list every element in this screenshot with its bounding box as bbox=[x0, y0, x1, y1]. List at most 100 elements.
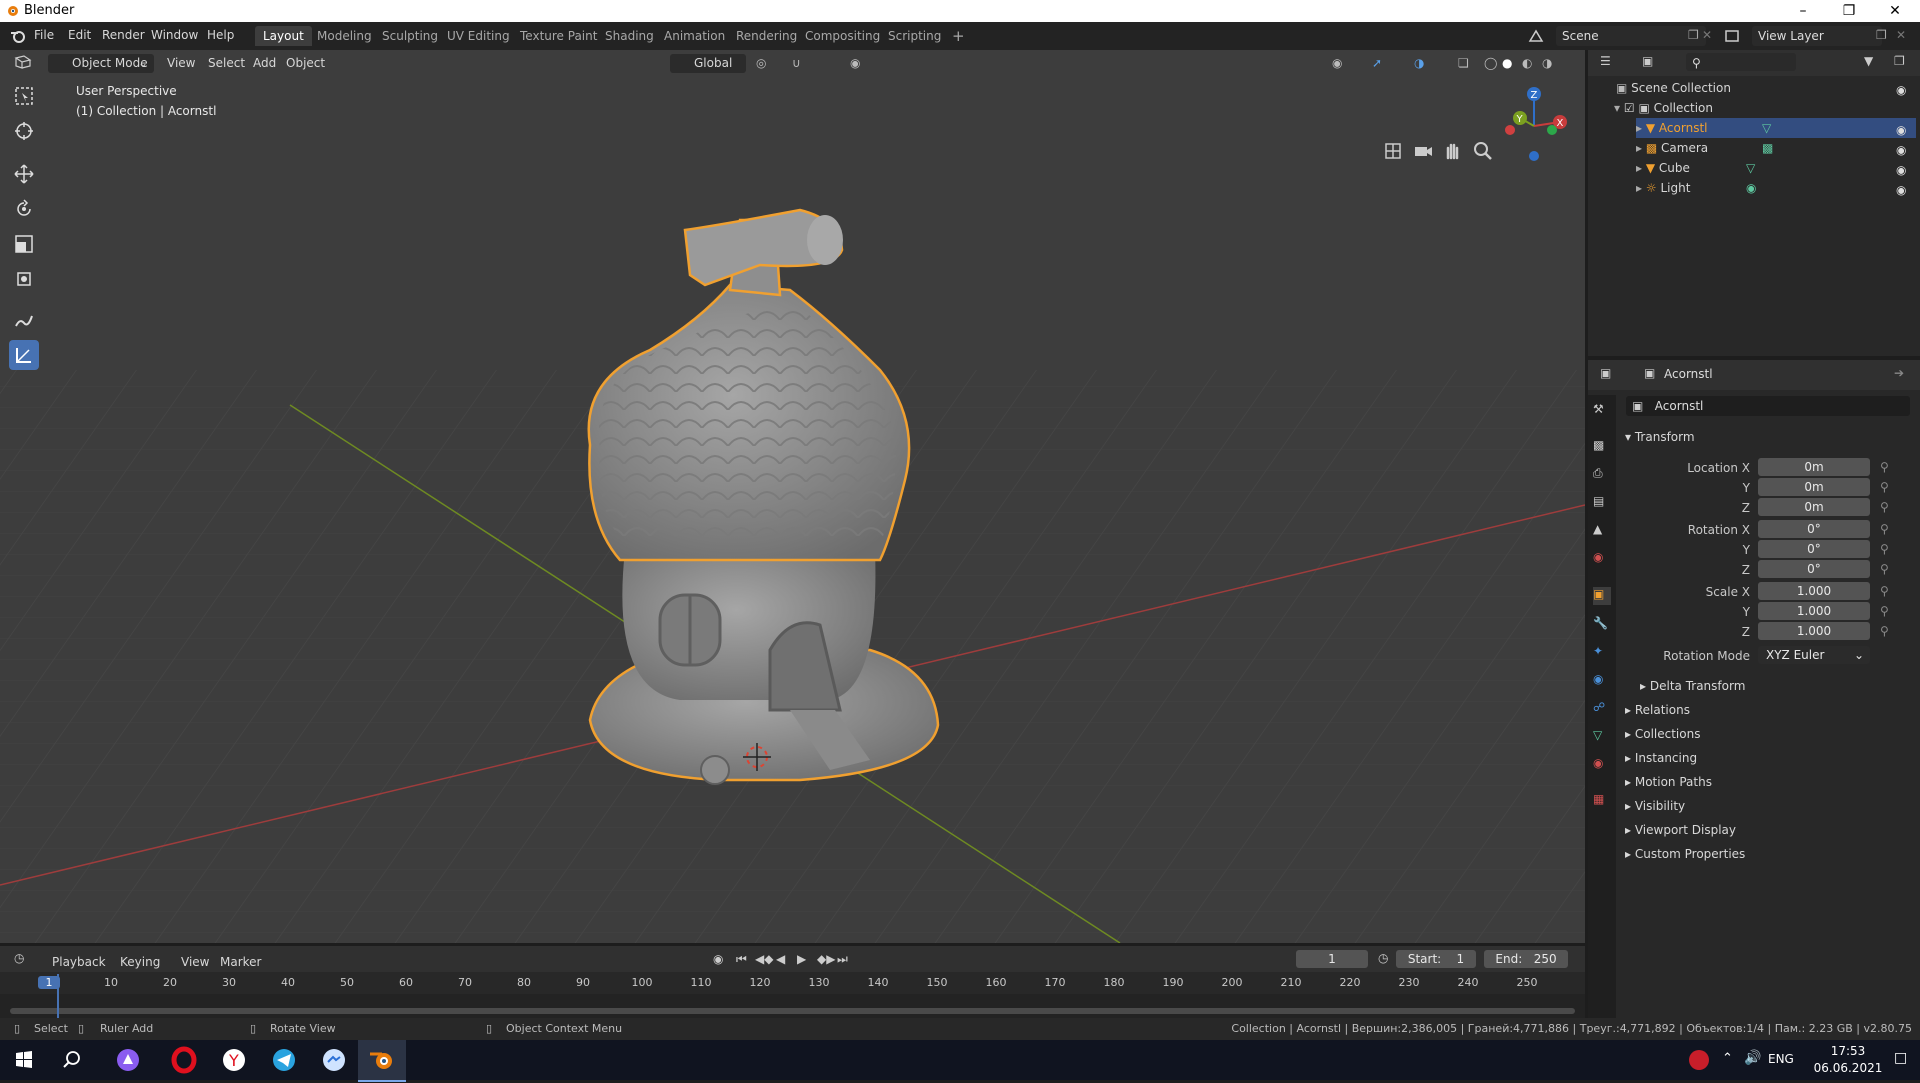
rotation-y-field[interactable]: 0° bbox=[1758, 540, 1870, 558]
lock-icon[interactable]: ⚲ bbox=[1880, 584, 1889, 598]
editor-type-icon[interactable] bbox=[14, 54, 38, 70]
telegram-icon[interactable] bbox=[260, 1044, 308, 1076]
new-collection-icon[interactable]: ❐ bbox=[1894, 54, 1905, 68]
expand-arrow-icon[interactable]: ▸ bbox=[1636, 141, 1642, 155]
pivot-point-icon[interactable]: ◎ bbox=[756, 54, 766, 73]
viewport-canvas[interactable] bbox=[0, 50, 1585, 943]
notifications-icon[interactable]: □ bbox=[1894, 1050, 1907, 1066]
tab-shading[interactable]: Shading bbox=[597, 26, 662, 46]
blender-taskbar-button[interactable] bbox=[358, 1040, 406, 1082]
3d-viewport[interactable]: User Perspective (1) Collection | Acorns… bbox=[0, 50, 1585, 943]
collections-panel-header[interactable]: ▸ Collections bbox=[1625, 727, 1700, 741]
location-y-field[interactable]: 0m bbox=[1758, 478, 1870, 496]
tab-uv-editing[interactable]: UV Editing bbox=[439, 26, 518, 46]
view-layer-tab-icon[interactable]: ▤ bbox=[1593, 494, 1611, 512]
lock-icon[interactable]: ⚲ bbox=[1880, 562, 1889, 576]
language-indicator[interactable]: ENG bbox=[1768, 1052, 1794, 1066]
transform-tool[interactable] bbox=[9, 264, 39, 294]
scene-tab-icon[interactable]: ▲ bbox=[1593, 522, 1611, 540]
minimize-button[interactable]: – bbox=[1780, 0, 1826, 22]
texture-tab-icon[interactable]: ▦ bbox=[1593, 792, 1611, 810]
custom-properties-panel-header[interactable]: ▸ Custom Properties bbox=[1625, 847, 1745, 861]
scale-tool[interactable] bbox=[9, 229, 39, 259]
outliner-item-cube[interactable]: ▸ ▼ Cube ▽ bbox=[1636, 158, 1755, 178]
annotate-tool[interactable] bbox=[9, 305, 39, 335]
start-frame-field[interactable]: Start: 1 bbox=[1396, 950, 1476, 968]
solid-shading-icon[interactable]: ● bbox=[1502, 54, 1512, 73]
viewport-menu-add[interactable]: Add bbox=[253, 54, 276, 73]
play-icon[interactable]: ▶ bbox=[797, 952, 806, 966]
constraints-tab-icon[interactable]: ☍ bbox=[1593, 700, 1611, 718]
xray-toggle-icon[interactable]: ❏ bbox=[1458, 54, 1469, 73]
location-x-field[interactable]: 0m bbox=[1758, 458, 1870, 476]
maximize-button[interactable]: ❐ bbox=[1826, 0, 1872, 22]
timeline-menu-view[interactable]: View bbox=[181, 953, 209, 972]
outliner-item-light[interactable]: ▸ ☼ Light ◉ bbox=[1636, 178, 1756, 198]
new-scene-icon[interactable]: ❐ bbox=[1688, 28, 1699, 42]
tab-texture-paint[interactable]: Texture Paint bbox=[512, 26, 605, 46]
menu-render[interactable]: Render bbox=[102, 28, 145, 42]
lock-icon[interactable]: ⚲ bbox=[1880, 522, 1889, 536]
transform-panel-header[interactable]: ▾ Transform bbox=[1625, 430, 1695, 444]
expand-arrow-icon[interactable]: ▸ bbox=[1636, 181, 1642, 195]
scale-z-field[interactable]: 1.000 bbox=[1758, 622, 1870, 640]
clock-date[interactable]: 06.06.2021 bbox=[1808, 1061, 1888, 1075]
viewport-menu-select[interactable]: Select bbox=[208, 54, 245, 73]
camera-data-icon[interactable]: ▩ bbox=[1762, 138, 1773, 158]
expand-arrow-icon[interactable]: ▸ bbox=[1636, 121, 1642, 135]
timeline-track[interactable] bbox=[0, 994, 1585, 1018]
opera-browser-icon[interactable] bbox=[160, 1044, 208, 1076]
world-tab-icon[interactable]: ◉ bbox=[1593, 550, 1611, 568]
visibility-eye-icon[interactable]: ◉ bbox=[1896, 83, 1910, 97]
timeline-menu-playback[interactable]: Playback bbox=[52, 953, 106, 972]
render-tab-icon[interactable]: ▩ bbox=[1593, 438, 1611, 456]
timeline-scrollbar[interactable] bbox=[10, 1008, 1575, 1014]
cursor-tool[interactable] bbox=[9, 116, 39, 146]
tool-tab-icon[interactable]: ⚒ bbox=[1593, 402, 1611, 420]
rotation-z-field[interactable]: 0° bbox=[1758, 560, 1870, 578]
pin-icon[interactable]: ➔ bbox=[1894, 366, 1904, 380]
rendered-shading-icon[interactable]: ◑ bbox=[1542, 54, 1552, 73]
lock-icon[interactable]: ⚲ bbox=[1880, 542, 1889, 556]
previous-keyframe-icon[interactable]: ◀◆ bbox=[755, 952, 773, 966]
collapse-arrow-icon[interactable]: ▾ bbox=[1614, 101, 1620, 115]
tab-animation[interactable]: Animation bbox=[656, 26, 733, 46]
messenger-app-icon[interactable] bbox=[310, 1044, 358, 1076]
scene-selector[interactable]: Scene bbox=[1556, 26, 1706, 46]
visibility-eye-icon[interactable]: ◉ bbox=[1896, 163, 1910, 177]
outliner-search-input[interactable]: ⚲ bbox=[1686, 53, 1796, 71]
timeline-editor-type-icon[interactable]: ◷ bbox=[14, 951, 24, 965]
windows-search-icon[interactable] bbox=[48, 1044, 96, 1076]
light-data-icon[interactable]: ◉ bbox=[1746, 178, 1756, 198]
current-frame-field[interactable]: 1 bbox=[1296, 950, 1368, 968]
tab-modeling[interactable]: Modeling bbox=[309, 26, 380, 46]
windows-start-icon[interactable] bbox=[0, 1044, 48, 1076]
visibility-eye-icon[interactable]: ◉ bbox=[1896, 183, 1910, 197]
outliner-item-camera[interactable]: ▸ ▩ Camera ▩ bbox=[1636, 138, 1773, 158]
filter-icon[interactable]: ▼ bbox=[1864, 54, 1873, 68]
modifier-tab-icon[interactable]: 🔧 bbox=[1593, 616, 1611, 634]
remove-view-layer-icon[interactable]: ✕ bbox=[1896, 28, 1906, 42]
new-view-layer-icon[interactable]: ❐ bbox=[1876, 28, 1887, 42]
jump-end-icon[interactable]: ⏭ bbox=[837, 952, 848, 967]
instancing-panel-header[interactable]: ▸ Instancing bbox=[1625, 751, 1697, 765]
record-icon[interactable]: ◉ bbox=[713, 952, 723, 966]
timeline-menu-keying[interactable]: Keying bbox=[120, 953, 160, 972]
tab-scripting[interactable]: Scripting bbox=[880, 26, 949, 46]
move-tool[interactable] bbox=[9, 159, 39, 189]
scene-collection-row[interactable]: ▣ Scene Collection bbox=[1616, 78, 1731, 98]
outliner-item-acornstl[interactable]: ▸ ▼ Acornstl ▽ bbox=[1636, 118, 1916, 138]
tab-compositing[interactable]: Compositing bbox=[797, 26, 888, 46]
tab-sculpting[interactable]: Sculpting bbox=[374, 26, 446, 46]
gizmo-toggle-icon[interactable]: ➚ bbox=[1372, 54, 1382, 73]
data-tab-icon[interactable]: ▽ bbox=[1593, 728, 1611, 746]
lock-icon[interactable]: ⚲ bbox=[1880, 460, 1889, 474]
menu-window[interactable]: Window bbox=[151, 28, 198, 42]
relations-panel-header[interactable]: ▸ Relations bbox=[1625, 703, 1690, 717]
view-layer-icon[interactable] bbox=[1724, 28, 1740, 44]
object-tab-icon[interactable]: ▣ bbox=[1593, 587, 1611, 605]
material-shading-icon[interactable]: ◐ bbox=[1522, 54, 1532, 73]
object-name-field[interactable]: ▣ Acornstl bbox=[1626, 396, 1910, 416]
clock-time[interactable]: 17:53 bbox=[1818, 1044, 1878, 1058]
tab-layout[interactable]: Layout bbox=[255, 26, 312, 46]
